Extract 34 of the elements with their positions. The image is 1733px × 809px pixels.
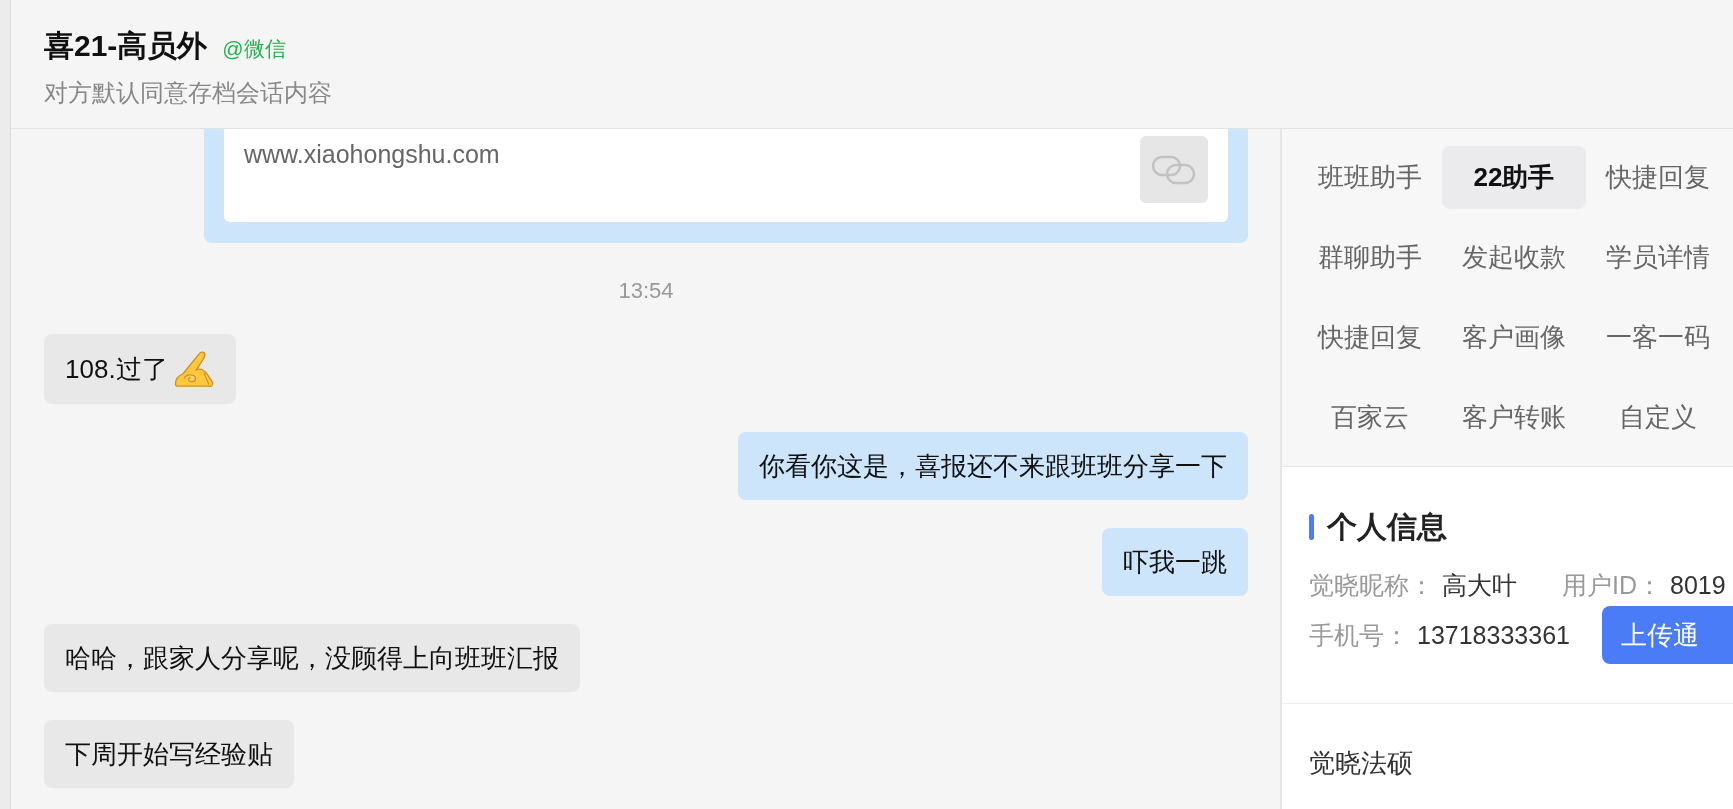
tool-tab[interactable]: 百家云	[1298, 386, 1442, 449]
accent-bar-icon	[1309, 514, 1314, 540]
field-label: 用户ID：	[1562, 570, 1662, 601]
tool-tab[interactable]: 快捷回复	[1586, 146, 1730, 209]
consent-notice: 对方默认同意存档会话内容	[44, 78, 332, 108]
tool-tab[interactable]: 一客一码	[1586, 306, 1730, 369]
tool-tab[interactable]: 班班助手	[1298, 146, 1442, 209]
tool-tab[interactable]: 客户画像	[1442, 306, 1586, 369]
field-value: 高大叶	[1442, 570, 1517, 601]
section-title: 个人信息	[1327, 509, 1447, 545]
link-url: www.xiaohongshu.com	[244, 139, 500, 170]
tool-tab[interactable]: 群聊助手	[1298, 226, 1442, 289]
tool-tab[interactable]: 发起收款	[1442, 226, 1586, 289]
channel-label: @微信	[222, 36, 286, 62]
link-card[interactable]: www.xiaohongshu.com	[224, 129, 1228, 222]
tool-tab[interactable]: 22助手	[1442, 146, 1586, 209]
org-name: 觉晓法硕	[1309, 748, 1413, 778]
tool-tab[interactable]: 快捷回复	[1298, 306, 1442, 369]
timestamp: 13:54	[618, 277, 674, 305]
message-text: 你看你这是，喜报还不来跟班班分享一下	[759, 450, 1227, 483]
message-text: 哈哈，跟家人分享呢，没顾得上向班班汇报	[65, 642, 559, 675]
field-label: 手机号：	[1309, 620, 1409, 651]
link-icon	[1140, 136, 1208, 203]
tool-tab[interactable]: 客户转账	[1442, 386, 1586, 449]
chat-title: 喜21-高员外	[44, 28, 208, 64]
upload-button[interactable]: 上传通	[1601, 606, 1733, 664]
tool-tab[interactable]: 学员详情	[1586, 226, 1730, 289]
message-text: 108.过了	[65, 353, 168, 386]
message-text: 下周开始写经验贴	[65, 738, 273, 771]
field-value: 13718333361	[1417, 620, 1570, 651]
message-text: 吓我一跳	[1123, 546, 1227, 579]
field-label: 觉晓昵称：	[1309, 570, 1434, 601]
tool-tab[interactable]: 自定义	[1586, 386, 1730, 449]
field-value: 8019	[1670, 570, 1726, 601]
